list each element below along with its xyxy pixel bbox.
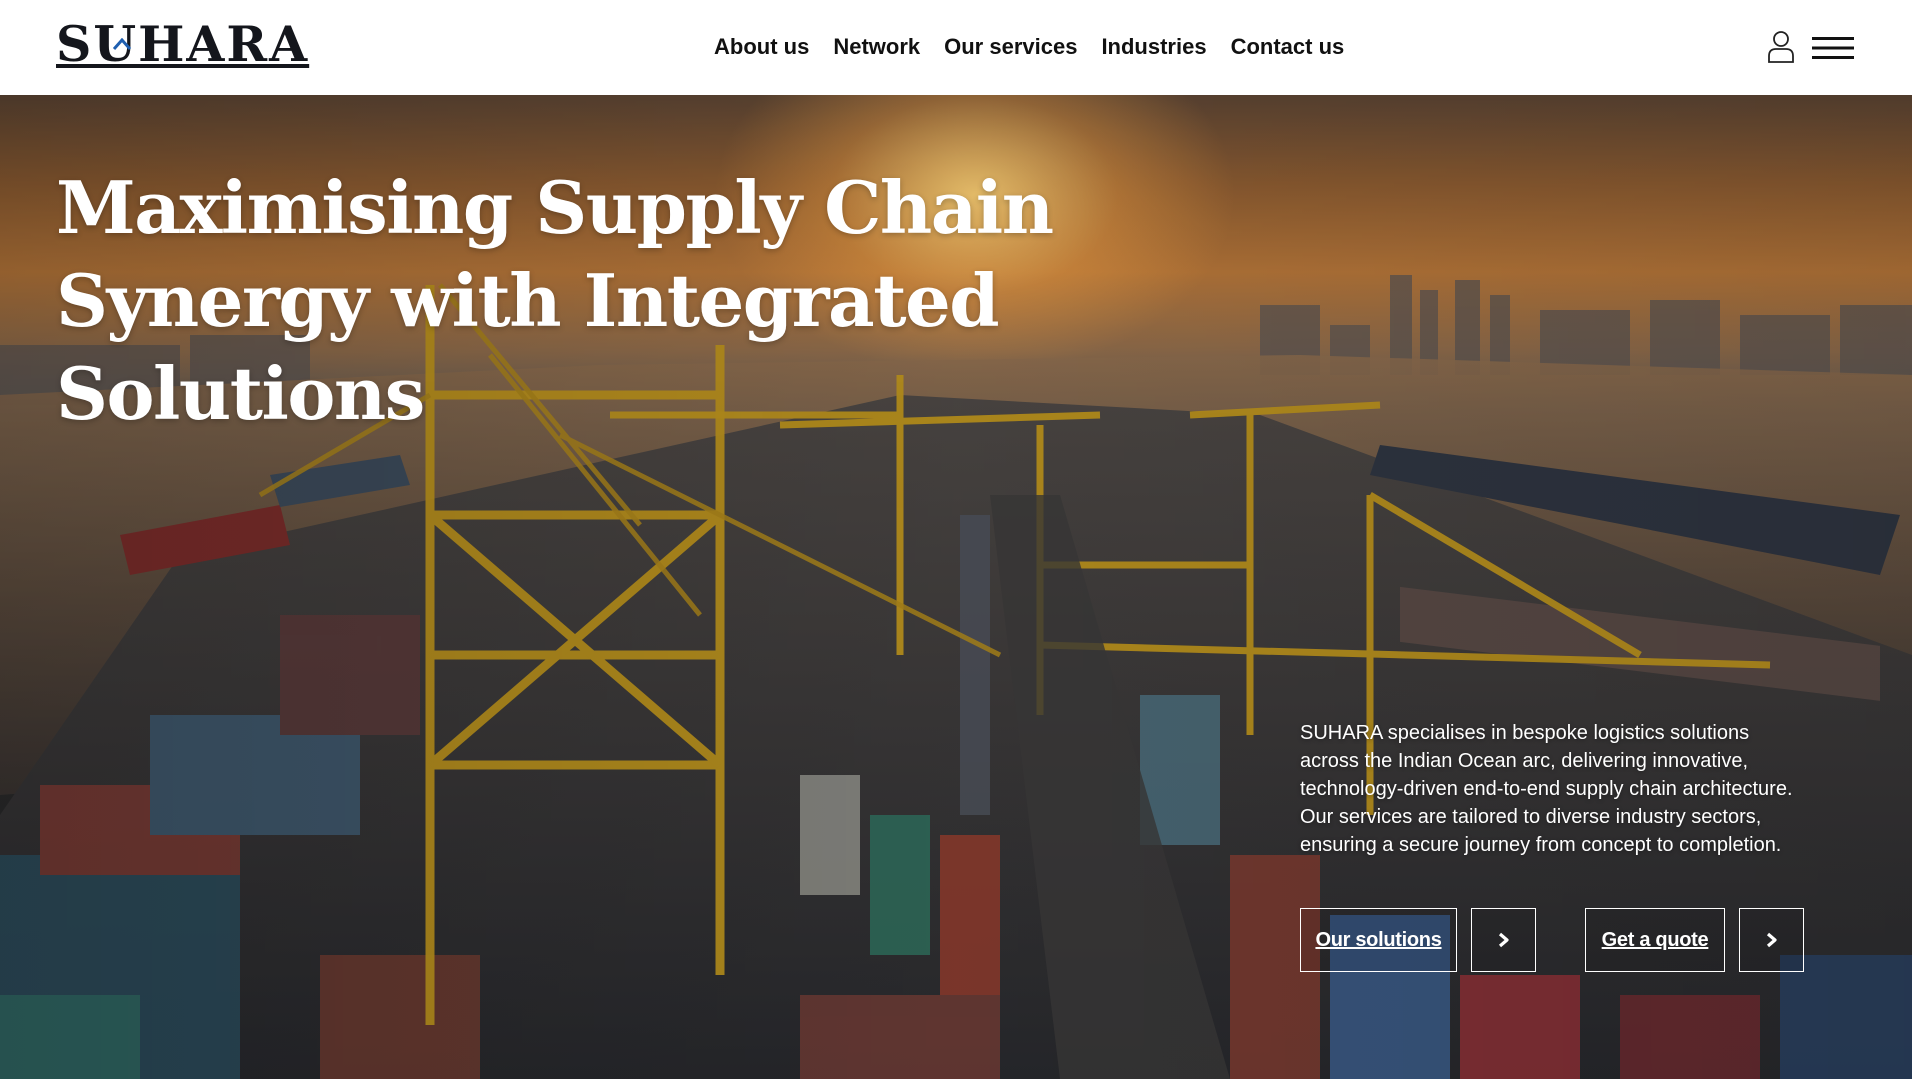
get-a-quote-arrow-button[interactable] [1739,908,1804,972]
logo-accent-mark [113,38,131,50]
our-solutions-button[interactable]: Our solutions [1300,908,1457,972]
description-line-3: technology-driven end-to-end supply chai… [1300,778,1793,800]
description-line-1: SUHARA specialises in bespoke logistics … [1300,722,1750,744]
get-a-quote-label: Get a quote [1601,928,1709,951]
hero-description: SUHARA specialises in bespoke logistics … [1300,719,1860,859]
our-solutions-label: Our solutions [1315,928,1442,951]
chevron-right-icon [1766,932,1777,948]
main-nav: About us Network Our services Industries… [702,30,1356,64]
suhara-logo[interactable]: SUHARA [56,18,309,70]
headline-line-1: Maximising Supply Chain [56,165,1054,250]
user-icon[interactable] [1766,30,1796,64]
nav-industries[interactable]: Industries [1089,34,1218,60]
nav-contact-us[interactable]: Contact us [1219,34,1357,60]
headline-line-3: Solutions [56,351,425,436]
chevron-right-icon [1498,932,1509,948]
get-a-quote-button[interactable]: Get a quote [1585,908,1725,972]
logo-text: SUHARA [56,15,310,73]
description-line-5: ensuring a secure journey from concept t… [1300,834,1782,856]
nav-about-us[interactable]: About us [702,34,821,60]
site-header: SUHARA About us Network Our services Ind… [0,0,1912,95]
hamburger-menu-icon[interactable] [1812,36,1854,60]
description-line-2: across the Indian Ocean arc, delivering … [1300,750,1749,772]
nav-our-services[interactable]: Our services [932,34,1089,60]
nav-network[interactable]: Network [821,34,932,60]
description-line-4: Our services are tailored to diverse ind… [1300,806,1762,828]
our-solutions-arrow-button[interactable] [1471,908,1536,972]
hero-headline: Maximising Supply Chain Synergy with Int… [56,161,1054,440]
headline-line-2: Synergy with Integrated [56,258,1000,343]
